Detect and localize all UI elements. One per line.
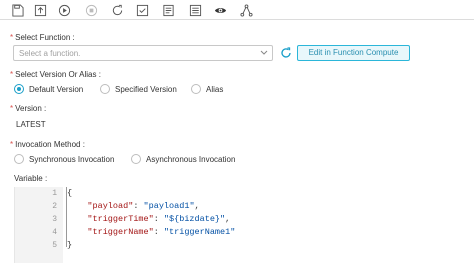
radio-default-version[interactable]: Default Version <box>14 84 83 94</box>
function-label-text: Select Function : <box>15 33 75 42</box>
radio-label: Synchronous Invocation <box>29 154 115 164</box>
function-label: * Select Function : <box>10 33 75 42</box>
json-end: , <box>225 214 231 224</box>
radio-label: Asynchronous Invocation <box>146 154 236 164</box>
required-marker: * <box>10 33 14 42</box>
radio-synchronous-invocation[interactable]: Synchronous Invocation <box>14 154 114 164</box>
version-label: * Version : <box>10 104 46 113</box>
version-value: LATEST <box>16 120 46 129</box>
code-line-5: } <box>67 240 72 250</box>
chevron-down-icon <box>260 50 268 55</box>
log-icon[interactable] <box>161 3 175 17</box>
code-line-2: "payload": "payload1", <box>67 201 200 211</box>
radio-unselected-icon <box>191 84 201 94</box>
json-key: "triggerTime" <box>87 214 154 224</box>
variable-label: Variable : <box>14 174 48 183</box>
line-number-gutter: 1 2 3 4 5 <box>15 187 63 263</box>
radio-selected-icon <box>14 84 24 94</box>
checklist-icon[interactable] <box>135 3 149 17</box>
radio-label: Default Version <box>29 84 84 94</box>
list-icon[interactable] <box>188 3 202 17</box>
json-sep: : <box>153 227 164 237</box>
json-value: "${bizdate}" <box>163 214 226 224</box>
radio-alias[interactable]: Alias <box>191 84 223 94</box>
version-alias-label: * Select Version Or Alias : <box>10 70 101 79</box>
required-marker: * <box>10 140 14 149</box>
line-number: 4 <box>52 228 57 237</box>
line-number: 5 <box>52 241 57 250</box>
redo-icon[interactable] <box>110 3 124 17</box>
radio-unselected-icon <box>14 154 24 164</box>
json-value: "payload1" <box>143 201 195 211</box>
stop-icon[interactable] <box>84 3 98 17</box>
required-marker: * <box>10 104 14 113</box>
radio-label: Alias <box>206 84 224 94</box>
code-line-4: "triggerName": "triggerName1" <box>67 227 235 237</box>
json-end: , <box>194 201 200 211</box>
radio-asynchronous-invocation[interactable]: Asynchronous Invocation <box>131 154 235 164</box>
play-icon[interactable] <box>57 3 71 17</box>
required-marker: * <box>10 70 14 79</box>
radio-label: Specified Version <box>115 84 177 94</box>
invocation-method-label-text: Invocation Method : <box>15 140 85 149</box>
code-line-3: "triggerTime": "${bizdate}", <box>67 214 230 224</box>
save-icon[interactable] <box>10 3 24 17</box>
upload-icon[interactable] <box>33 3 47 17</box>
invocation-method-label: * Invocation Method : <box>10 140 85 149</box>
version-label-text: Version : <box>15 104 47 113</box>
function-select-placeholder: Select a function. <box>19 49 81 58</box>
edit-in-function-compute-button[interactable]: Edit in Function Compute <box>297 45 410 61</box>
json-value: "triggerName1" <box>163 227 236 237</box>
share-icon[interactable] <box>239 3 253 17</box>
version-alias-label-text: Select Version Or Alias : <box>15 70 101 79</box>
radio-unselected-icon <box>131 154 141 164</box>
line-number: 2 <box>52 202 57 211</box>
radio-specified-version[interactable]: Specified Version <box>100 84 177 94</box>
line-number: 3 <box>52 215 57 224</box>
code-line-1: { <box>67 188 72 198</box>
radio-unselected-icon <box>100 84 110 94</box>
json-brace: { <box>67 188 73 198</box>
toolbar <box>0 0 474 20</box>
json-brace: } <box>67 240 73 250</box>
refresh-icon[interactable] <box>280 47 292 59</box>
line-number: 1 <box>52 189 57 198</box>
function-select[interactable]: Select a function. <box>13 45 273 61</box>
json-sep: : <box>133 201 144 211</box>
json-key: "triggerName" <box>87 227 154 237</box>
variable-code-editor[interactable]: 1 2 3 4 5 { "payload": "payload1", "trig… <box>14 187 474 263</box>
json-key: "payload" <box>87 201 134 211</box>
json-sep: : <box>153 214 164 224</box>
eye-icon[interactable] <box>213 3 227 17</box>
